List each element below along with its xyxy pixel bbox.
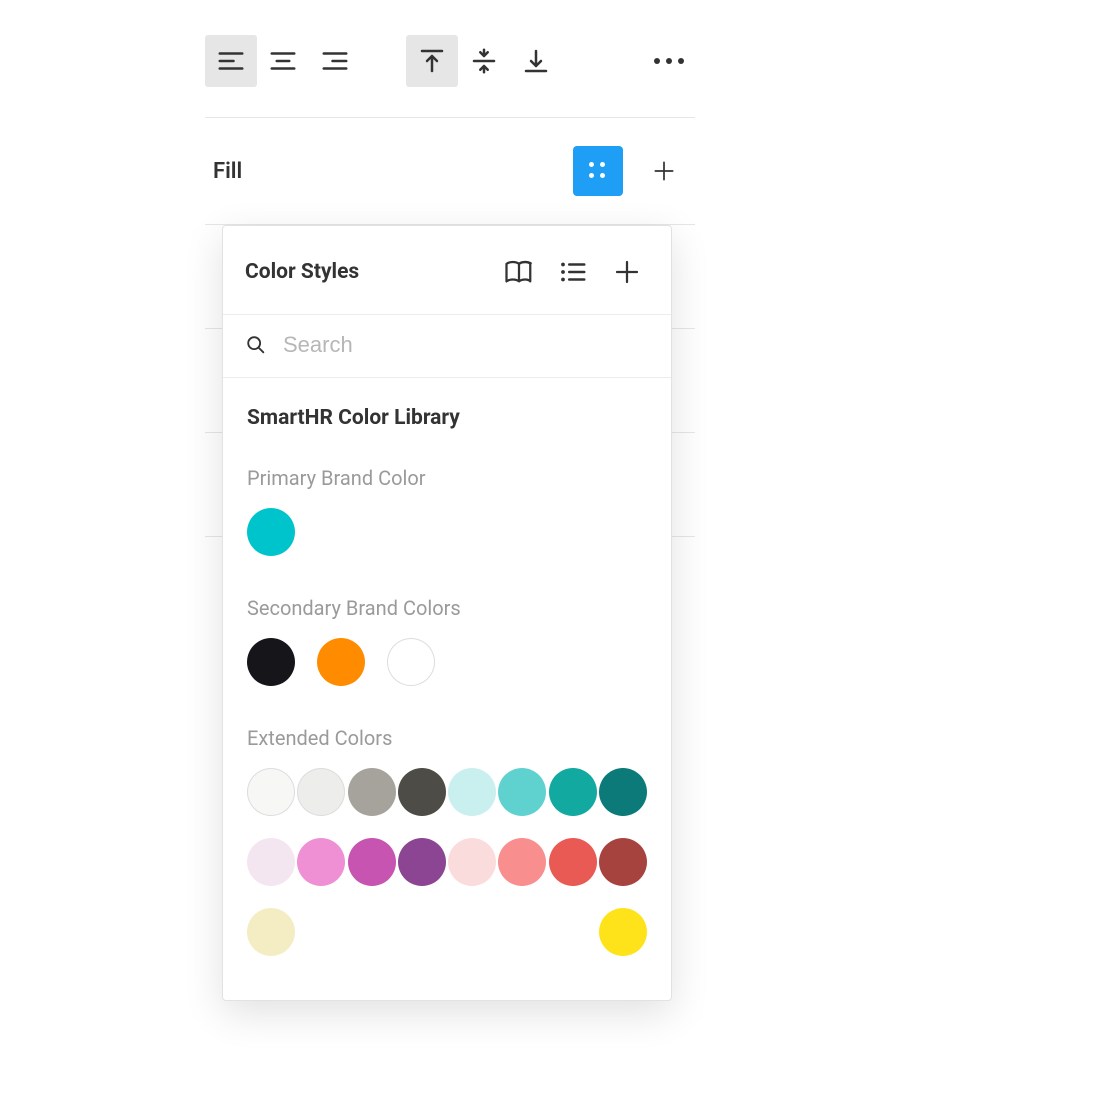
- flyout-header: Color Styles: [223, 226, 671, 315]
- color-swatch-grey-40[interactable]: [348, 768, 396, 816]
- color-swatch-cream[interactable]: [247, 908, 295, 956]
- color-swatch-orange[interactable]: [317, 638, 365, 686]
- group-label-secondary: Secondary Brand Colors: [247, 596, 647, 620]
- four-dots-icon: [589, 162, 607, 180]
- library-name: SmartHR Color Library: [247, 406, 647, 430]
- color-swatch-magenta[interactable]: [348, 838, 396, 886]
- flyout-body[interactable]: SmartHR Color Library Primary Brand Colo…: [223, 378, 671, 1000]
- color-swatch-grey-10[interactable]: [297, 768, 345, 816]
- color-swatch-primary-teal[interactable]: [247, 508, 295, 556]
- align-right-button[interactable]: [309, 35, 361, 87]
- more-options-button[interactable]: [643, 35, 695, 87]
- align-left-button[interactable]: [205, 35, 257, 87]
- valign-top-icon: [417, 46, 447, 76]
- library-button[interactable]: [497, 250, 541, 294]
- list-icon: [558, 257, 588, 287]
- text-align-toolbar: [205, 35, 695, 118]
- align-center-icon: [268, 46, 298, 76]
- align-left-icon: [216, 46, 246, 76]
- list-view-button[interactable]: [551, 250, 595, 294]
- color-styles-flyout: Color Styles SmartHR Color Library Prima…: [222, 225, 672, 1001]
- color-swatch-aqua[interactable]: [498, 768, 546, 816]
- swatch-row-extended: [247, 768, 647, 956]
- swatch-row-primary: [247, 508, 647, 556]
- color-swatch-purple[interactable]: [398, 838, 446, 886]
- search-input[interactable]: [281, 331, 649, 359]
- color-swatch-maroon[interactable]: [599, 838, 647, 886]
- add-fill-button[interactable]: [641, 148, 687, 194]
- more-icon: [654, 58, 684, 64]
- search-icon: [245, 334, 267, 356]
- align-center-button[interactable]: [257, 35, 309, 87]
- group-label-primary: Primary Brand Color: [247, 466, 647, 490]
- plus-icon: [651, 158, 677, 184]
- color-styles-button[interactable]: [573, 146, 623, 196]
- search-row: [223, 315, 671, 378]
- flyout-title: Color Styles: [245, 260, 487, 284]
- color-swatch-teal-dark[interactable]: [599, 768, 647, 816]
- color-swatch-teal[interactable]: [549, 768, 597, 816]
- color-swatch-yellow[interactable]: [599, 908, 647, 956]
- plus-icon: [612, 257, 642, 287]
- book-icon: [504, 257, 534, 287]
- fill-section-header: Fill: [205, 118, 695, 225]
- valign-bottom-icon: [521, 46, 551, 76]
- color-swatch-red[interactable]: [549, 838, 597, 886]
- align-right-icon: [320, 46, 350, 76]
- color-swatch-aqua-light[interactable]: [448, 768, 496, 816]
- color-swatch-black[interactable]: [247, 638, 295, 686]
- color-swatch-grey-70[interactable]: [398, 768, 446, 816]
- fill-label: Fill: [213, 159, 573, 184]
- valign-middle-icon: [469, 46, 499, 76]
- create-style-button[interactable]: [605, 250, 649, 294]
- vertical-align-middle-button[interactable]: [458, 35, 510, 87]
- color-swatch-grey-05[interactable]: [247, 768, 295, 816]
- vertical-align-top-button[interactable]: [406, 35, 458, 87]
- group-label-extended: Extended Colors: [247, 726, 647, 750]
- swatch-row-secondary: [247, 638, 647, 686]
- color-swatch-white[interactable]: [387, 638, 435, 686]
- color-swatch-rose-05[interactable]: [448, 838, 496, 886]
- color-swatch-coral[interactable]: [498, 838, 546, 886]
- color-swatch-pink-40[interactable]: [297, 838, 345, 886]
- vertical-align-bottom-button[interactable]: [510, 35, 562, 87]
- color-swatch-pink-05[interactable]: [247, 838, 295, 886]
